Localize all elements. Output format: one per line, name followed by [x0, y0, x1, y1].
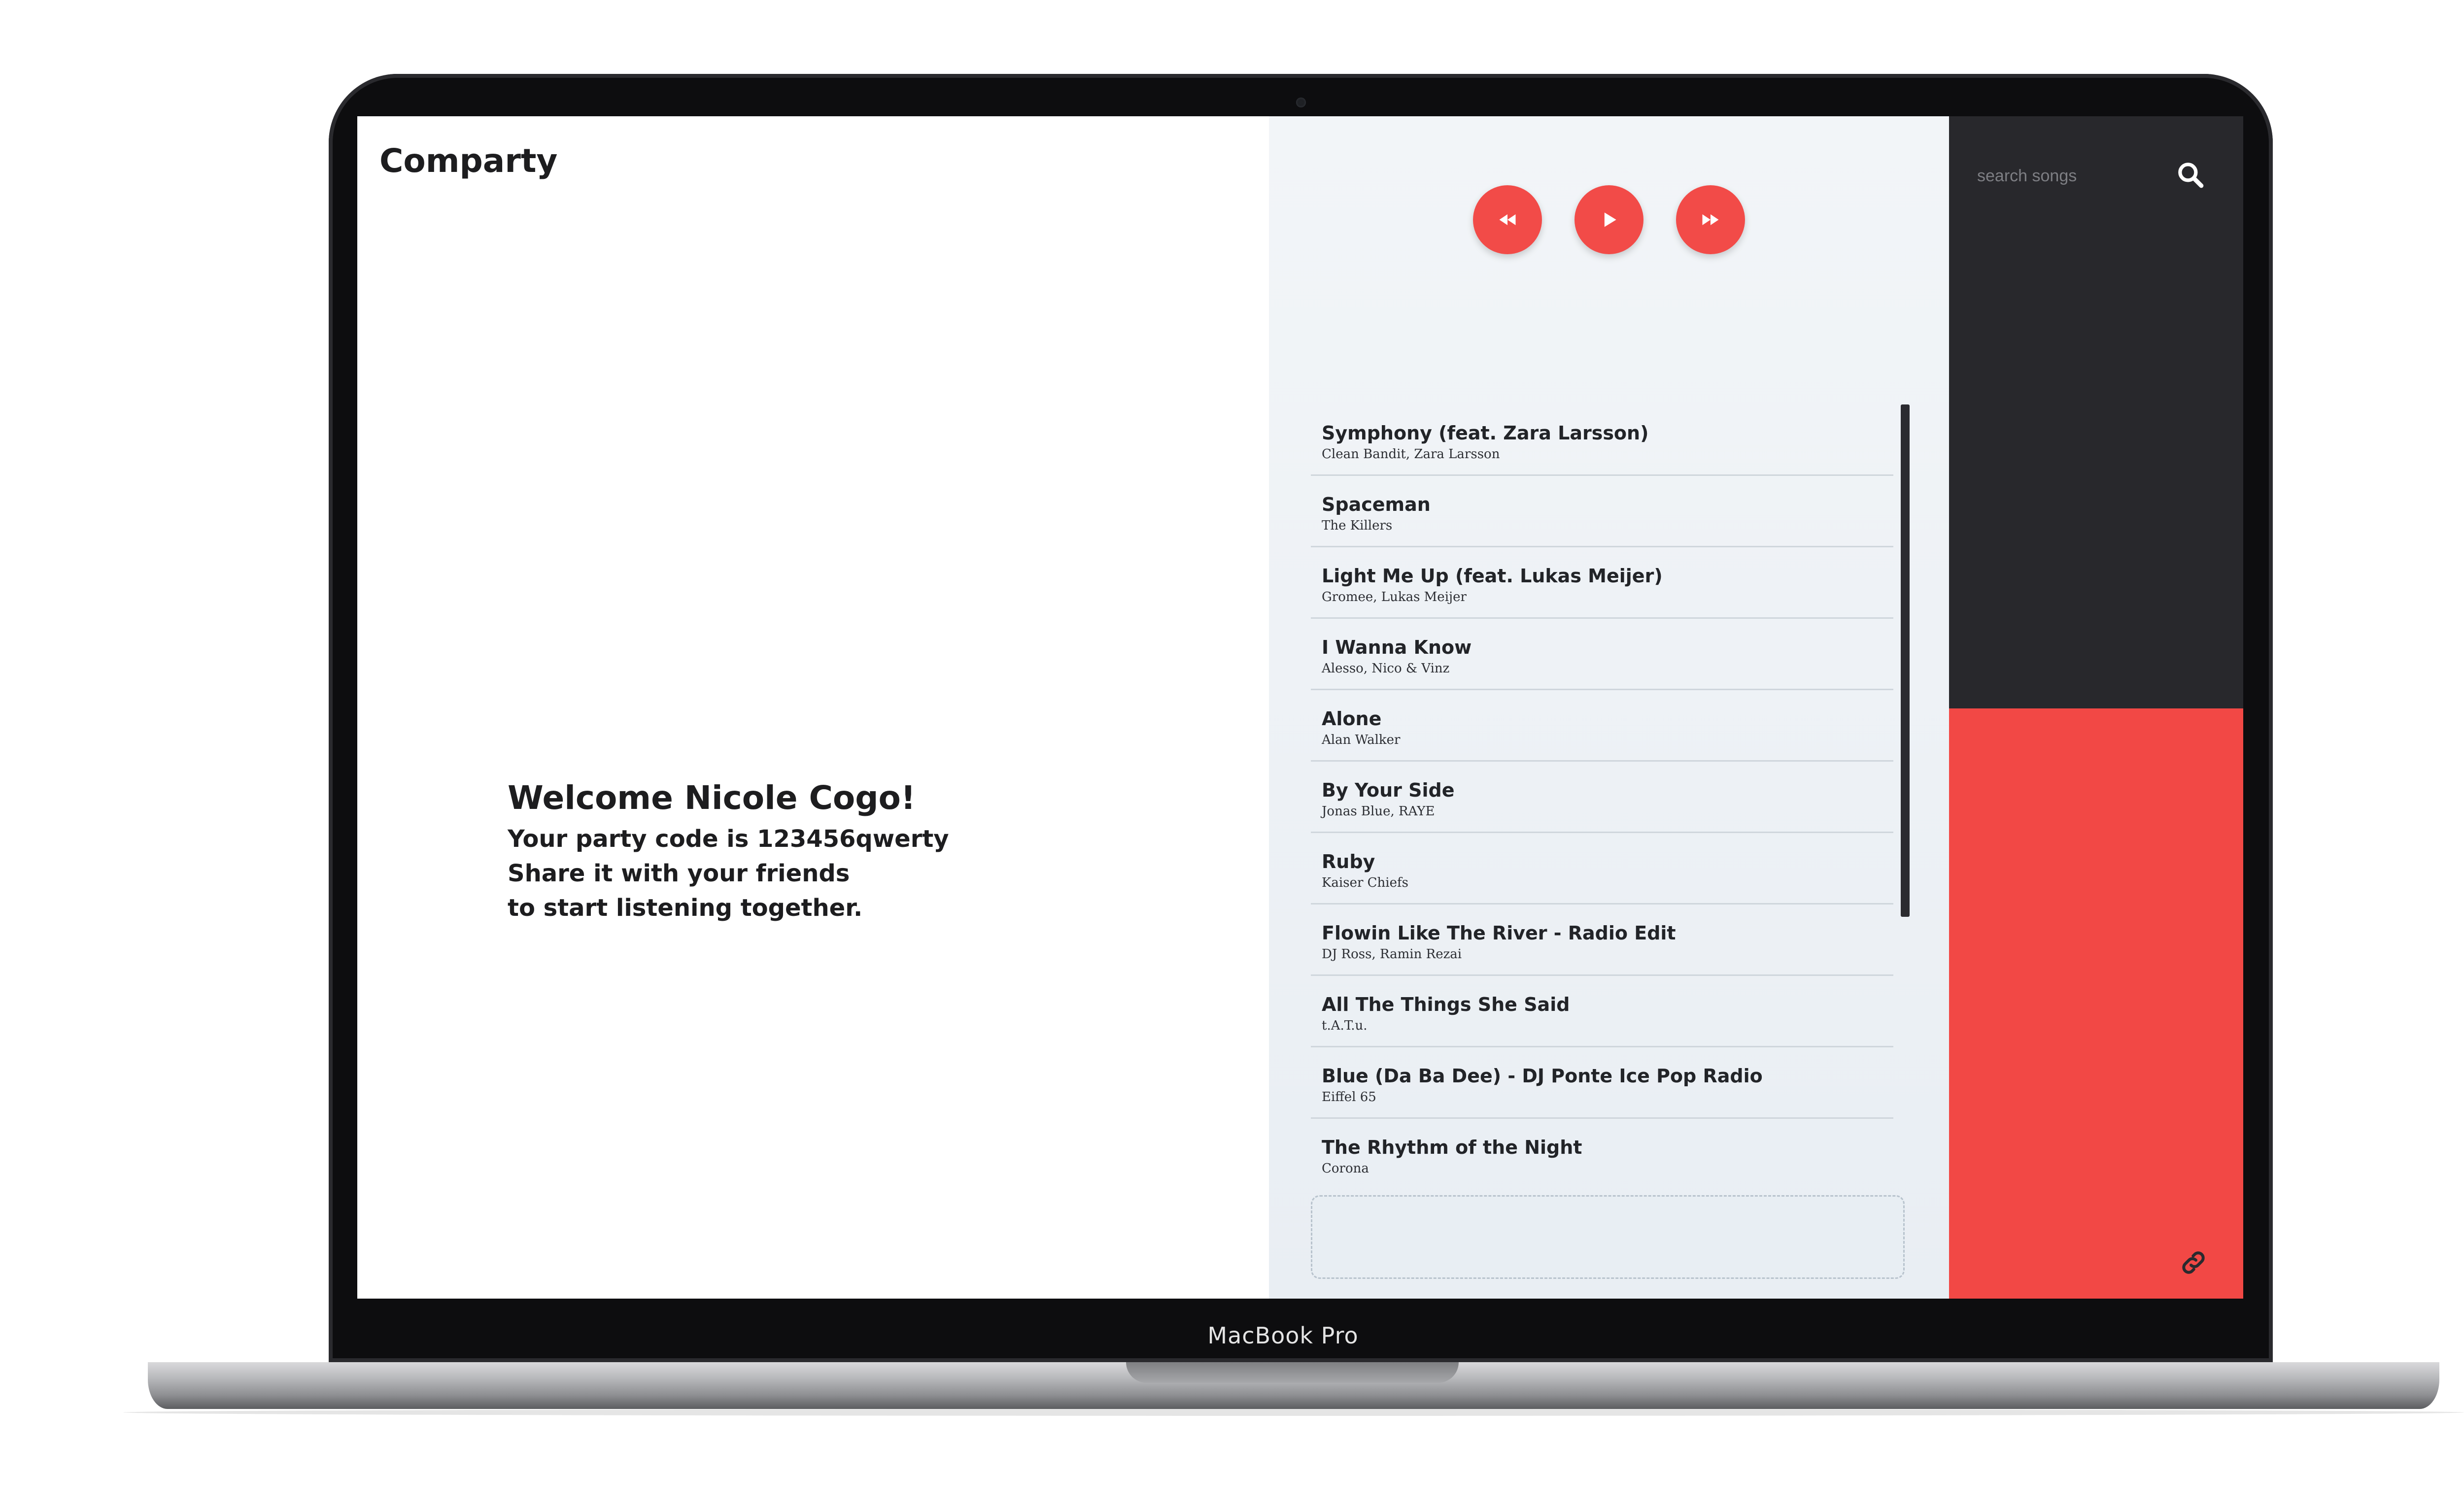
song-row[interactable]: All The Things She Said t.A.T.u.	[1311, 976, 1893, 1047]
player-panel: Symphony (feat. Zara Larsson) Clean Band…	[1269, 116, 1949, 1299]
sidebar	[1949, 116, 2243, 1299]
app-screen: Comparty Welcome Nicole Cogo! Your party…	[357, 116, 2243, 1299]
song-row[interactable]: Symphony (feat. Zara Larsson) Clean Band…	[1311, 404, 1893, 476]
actions-area	[1949, 708, 2243, 1299]
song-artist: DJ Ross, Ramin Rezai	[1322, 947, 1462, 962]
camera-icon	[1296, 98, 1306, 107]
listen-together-text: to start listening together.	[508, 894, 863, 922]
play-button[interactable]	[1574, 185, 1643, 254]
song-title: Symphony (feat. Zara Larsson)	[1322, 422, 1649, 444]
party-code-text: Your party code is 123456qwerty	[508, 825, 949, 853]
song-title: Light Me Up (feat. Lukas Meijer)	[1322, 565, 1663, 587]
playlist-scrollbar[interactable]	[1901, 404, 1910, 1175]
search-input[interactable]	[1976, 158, 2165, 194]
playlist[interactable]: Symphony (feat. Zara Larsson) Clean Band…	[1311, 404, 1900, 1175]
song-title: All The Things She Said	[1322, 994, 1570, 1015]
play-icon	[1604, 212, 1616, 227]
playback-controls	[1269, 185, 1949, 254]
song-title: I Wanna Know	[1322, 636, 1472, 658]
song-row[interactable]: Alone Alan Walker	[1311, 690, 1893, 762]
song-artist: t.A.T.u.	[1322, 1018, 1368, 1033]
song-artist: Eiffel 65	[1322, 1090, 1376, 1105]
link-icon	[2182, 1251, 2205, 1274]
song-artist: The Killers	[1322, 518, 1393, 533]
fast-forward-icon	[1702, 214, 1719, 225]
now-playing-drop-zone[interactable]	[1311, 1195, 1905, 1279]
welcome-title: Welcome Nicole Cogo!	[508, 779, 916, 817]
laptop-shadow	[123, 1409, 2464, 1416]
song-title: By Your Side	[1322, 779, 1455, 801]
song-artist: Clean Bandit, Zara Larsson	[1322, 447, 1500, 462]
song-title: Blue (Da Ba Dee) - DJ Ponte Ice Pop Radi…	[1322, 1065, 1763, 1087]
welcome-message: Welcome Nicole Cogo! Your party code is …	[508, 779, 949, 925]
search-button[interactable]	[2171, 156, 2210, 195]
song-list: Symphony (feat. Zara Larsson) Clean Band…	[1311, 404, 1893, 1175]
song-title: The Rhythm of the Night	[1322, 1137, 1582, 1158]
song-row[interactable]: Blue (Da Ba Dee) - DJ Ponte Ice Pop Radi…	[1311, 1047, 1893, 1119]
song-row[interactable]: Light Me Up (feat. Lukas Meijer) Gromee,…	[1311, 547, 1893, 619]
song-title: Flowin Like The River - Radio Edit	[1322, 922, 1676, 944]
laptop-notch	[1126, 1362, 1459, 1383]
song-row[interactable]: Spaceman The Killers	[1311, 476, 1893, 547]
share-text: Share it with your friends	[508, 860, 850, 887]
app-title: Comparty	[379, 142, 558, 180]
song-artist: Jonas Blue, RAYE	[1322, 804, 1435, 819]
fast-forward-button[interactable]	[1676, 185, 1745, 254]
song-row[interactable]: I Wanna Know Alesso, Nico & Vinz	[1311, 619, 1893, 690]
song-row[interactable]: The Rhythm of the Night Corona	[1311, 1119, 1893, 1175]
song-title: Alone	[1322, 708, 1382, 730]
song-row[interactable]: Ruby Kaiser Chiefs	[1311, 833, 1893, 904]
mockup-stage: Comparty Welcome Nicole Cogo! Your party…	[0, 0, 2464, 1507]
song-artist: Alan Walker	[1322, 733, 1401, 747]
song-row[interactable]: Flowin Like The River - Radio Edit DJ Ro…	[1311, 904, 1893, 976]
song-title: Spaceman	[1322, 494, 1431, 515]
song-artist: Gromee, Lukas Meijer	[1322, 590, 1467, 604]
song-artist: Alesso, Nico & Vinz	[1322, 661, 1450, 676]
song-title: Ruby	[1322, 851, 1375, 872]
search-icon	[2178, 162, 2204, 188]
device-brand-label: MacBook Pro	[1207, 1322, 1359, 1349]
welcome-panel: Comparty Welcome Nicole Cogo! Your party…	[357, 116, 1269, 1299]
scrollbar-thumb[interactable]	[1901, 404, 1910, 917]
song-row[interactable]: By Your Side Jonas Blue, RAYE	[1311, 762, 1893, 833]
search-area	[1949, 116, 2243, 708]
rewind-button[interactable]	[1473, 185, 1542, 254]
song-artist: Corona	[1322, 1161, 1369, 1175]
rewind-icon	[1499, 214, 1516, 225]
share-link-button[interactable]	[2176, 1245, 2211, 1281]
song-artist: Kaiser Chiefs	[1322, 875, 1408, 890]
